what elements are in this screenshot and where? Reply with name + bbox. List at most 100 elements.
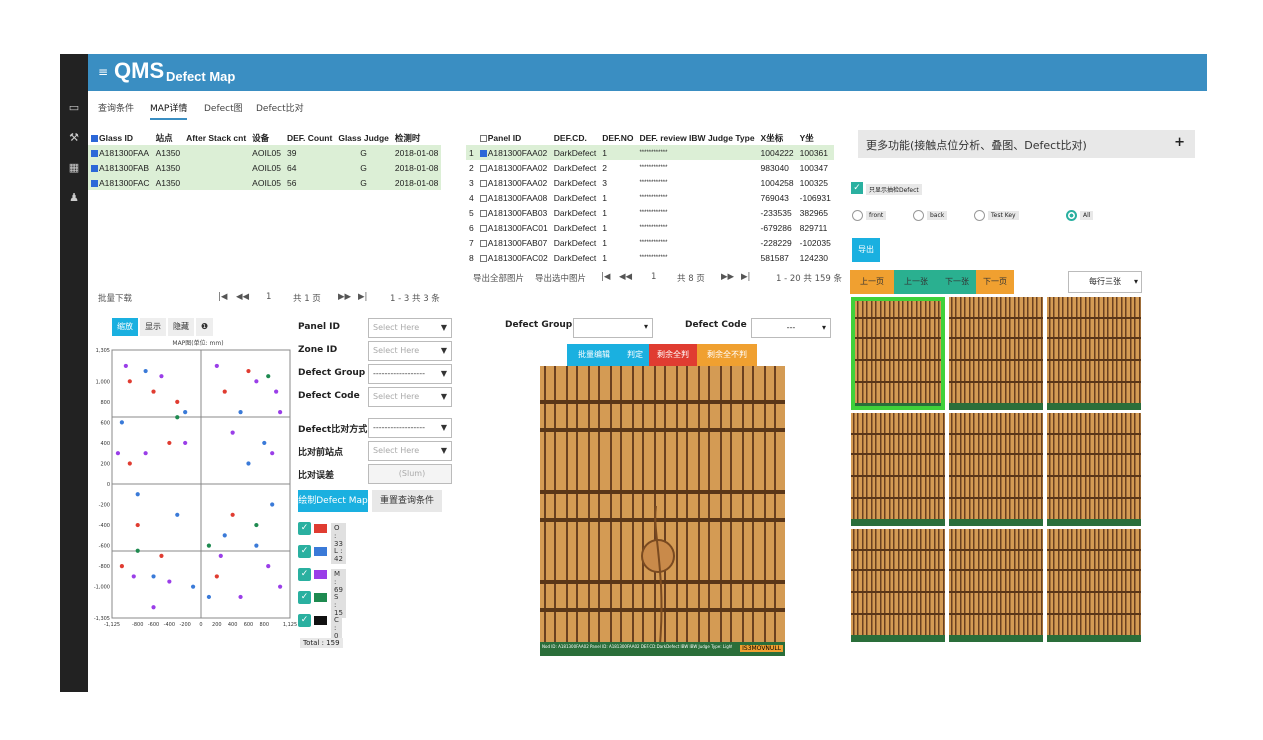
hide-button[interactable]: 隐藏 — [168, 318, 194, 336]
table-row[interactable]: A181300FAB A1350 AOIL05 64 G 2018-01-08 — [88, 160, 442, 175]
check-icon[interactable]: ✓ — [298, 591, 311, 604]
row-checkbox[interactable] — [91, 179, 98, 187]
defect-point-m[interactable] — [115, 451, 121, 456]
last-page-icon[interactable]: ▶| — [741, 272, 750, 282]
defect-point-m[interactable] — [274, 389, 279, 394]
plus-icon[interactable]: + — [1174, 135, 1185, 150]
col-stack-cnt[interactable]: After Stack cnt — [183, 130, 249, 145]
check-icon[interactable]: ✓ — [851, 182, 863, 194]
defect-thumbnail[interactable] — [1047, 297, 1141, 410]
defect-point-l[interactable] — [254, 543, 259, 548]
wrench-icon[interactable]: ⚒ — [60, 128, 88, 148]
defect-thumbnail[interactable] — [851, 529, 945, 642]
defect-point-l[interactable] — [246, 461, 251, 466]
defect-point-m[interactable] — [278, 410, 283, 415]
radio-all[interactable] — [1066, 210, 1077, 221]
zoom-button[interactable]: 缩放 — [112, 318, 138, 336]
next-page-icon[interactable]: ▶▶ — [721, 272, 734, 282]
defect-thumbnail[interactable] — [949, 529, 1043, 642]
defect-point-l[interactable] — [183, 410, 188, 415]
export-selected-link[interactable]: 导出选中图片 — [535, 272, 586, 284]
defect-point-s[interactable] — [266, 374, 271, 379]
defect-group-select[interactable]: ------------------ ▼ — [368, 364, 452, 384]
monitor-icon[interactable]: ▭ — [60, 98, 88, 118]
table-row[interactable]: 5 A181300FAB03 DarkDefect 1 ************ -23… — [466, 205, 834, 220]
first-page-icon[interactable]: |◀ — [218, 292, 227, 302]
defect-point-s[interactable] — [135, 548, 140, 553]
defect-point-o[interactable] — [127, 379, 132, 384]
defect-point-l[interactable] — [135, 492, 140, 497]
defect-thumbnail[interactable] — [949, 413, 1043, 526]
defect-point-o[interactable] — [167, 440, 172, 446]
defect-group-select[interactable]: ▾ — [573, 318, 653, 338]
defect-point-l[interactable] — [270, 502, 275, 507]
col-glass-judge[interactable]: Glass Judge — [335, 130, 392, 145]
judge-button[interactable]: 判定 — [621, 344, 649, 366]
defect-point-o[interactable] — [222, 389, 227, 394]
per-row-select[interactable]: 每行三张 ▾ — [1068, 271, 1142, 293]
defect-point-s[interactable] — [206, 543, 212, 548]
row-checkbox[interactable] — [479, 209, 487, 217]
tab-query[interactable]: 查询条件 — [98, 101, 134, 114]
col-panel-id[interactable]: Panel ID — [477, 130, 551, 145]
select-all-checkbox[interactable] — [91, 134, 98, 142]
radio-front[interactable] — [852, 210, 863, 221]
more-functions-header[interactable]: 更多功能(接触点位分析、叠图、Defect比对) + — [858, 130, 1195, 158]
defect-point-s[interactable] — [254, 522, 259, 528]
row-checkbox[interactable] — [479, 149, 487, 157]
first-page-icon[interactable]: |◀ — [601, 272, 610, 282]
defect-point-m[interactable] — [218, 553, 223, 558]
reset-query-button[interactable]: 重置查询条件 — [372, 490, 442, 512]
table-row[interactable]: 2 A181300FAA02 DarkDefect 2 ************ 983… — [466, 160, 834, 175]
defect-point-l[interactable] — [190, 584, 196, 589]
prev-image-button[interactable]: 上一张 — [894, 270, 938, 294]
defect-point-m[interactable] — [230, 430, 235, 435]
defect-thumbnail[interactable] — [1047, 529, 1141, 642]
table-row[interactable]: A181300FAA A1350 AOIL05 39 G 2018-01-08 — [88, 145, 442, 160]
prev-page-icon[interactable]: ◀◀ — [236, 292, 249, 302]
tab-map-detail[interactable]: MAP详情 — [150, 101, 188, 120]
table-row[interactable]: 4 A181300FAA08 DarkDefect 1 ************ 769… — [466, 190, 834, 205]
radio-test-key[interactable] — [974, 210, 985, 221]
col-glass-id[interactable]: Glass ID — [88, 130, 153, 145]
defect-point-m[interactable] — [167, 579, 172, 584]
tab-defect-image[interactable]: Defect图 — [204, 101, 243, 114]
defect-code-select[interactable]: --- ▾ — [751, 318, 831, 338]
defect-image[interactable]: Nod ID: A181300FAA02 Panel ID: A181300FA… — [540, 366, 785, 656]
defect-point-l[interactable] — [206, 594, 212, 600]
chart-icon[interactable]: ▦ — [60, 158, 88, 178]
row-checkbox[interactable] — [479, 254, 487, 262]
col-equipment[interactable]: 设备 — [249, 130, 284, 145]
row-checkbox[interactable] — [479, 224, 487, 232]
defect-point-m[interactable] — [159, 374, 164, 379]
defect-thumbnail[interactable] — [1047, 413, 1141, 526]
defect-point-m[interactable] — [131, 574, 136, 579]
col-def-no[interactable]: DEF.NO — [599, 130, 636, 145]
col-def-count[interactable]: DEF. Count — [284, 130, 335, 145]
defect-point-m[interactable] — [214, 363, 219, 369]
table-row[interactable]: 1 A181300FAA02 DarkDefect 1 ************ 100… — [466, 145, 834, 160]
defect-map-chart[interactable]: MAP图(单位: mm) 1,305 1,000 800 600 400 200 0 -200… — [88, 336, 298, 666]
compare-method-select[interactable]: ------------------ ▼ — [368, 418, 452, 438]
defect-point-m[interactable] — [278, 584, 283, 589]
row-checkbox[interactable] — [479, 194, 487, 202]
radio-back[interactable] — [913, 210, 924, 221]
table-row[interactable]: 7 A181300FAB07 DarkDefect 1 ************ -22… — [466, 235, 834, 250]
defect-point-o[interactable] — [135, 522, 140, 528]
compare-station-select[interactable]: Select Here ▼ — [368, 441, 452, 461]
defect-point-o[interactable] — [119, 564, 124, 569]
user-icon[interactable]: ♟ — [60, 188, 88, 208]
table-row[interactable]: 6 A181300FAC01 DarkDefect 1 ************ -67… — [466, 220, 834, 235]
col-def-cd[interactable]: DEF.CD. — [551, 130, 600, 145]
defect-point-l[interactable] — [175, 512, 180, 517]
export-button[interactable]: 导出 — [852, 238, 880, 262]
check-icon[interactable]: ✓ — [298, 545, 311, 558]
prev-page-button[interactable]: 上一页 — [850, 270, 894, 294]
defect-thumbnail[interactable] — [851, 297, 945, 410]
draw-defect-map-button[interactable]: 绘制Defect Map — [298, 490, 368, 512]
defect-point-o[interactable] — [151, 389, 156, 394]
last-page-icon[interactable]: ▶| — [358, 292, 367, 302]
defect-point-o[interactable] — [230, 512, 235, 517]
tab-defect-compare[interactable]: Defect比对 — [256, 101, 304, 114]
defect-point-m[interactable] — [123, 363, 128, 369]
